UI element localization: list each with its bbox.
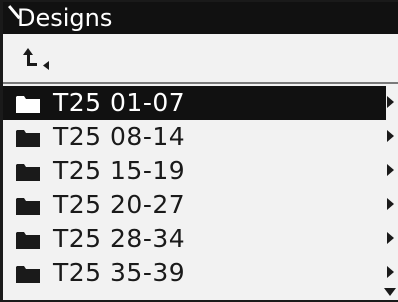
open-folder-arrow-icon[interactable] <box>387 164 394 176</box>
up-folder-arrow-icon[interactable] <box>23 48 51 74</box>
title-bar: Designs <box>3 2 398 34</box>
folder-label: T25 15-19 <box>53 156 186 185</box>
path-separator-icon <box>7 7 17 29</box>
designs-screen: Designs T25 01-07 T25 08-14 T25 15-19 T25 2… <box>0 0 398 302</box>
folder-label: T25 01-07 <box>53 88 186 117</box>
folder-item[interactable]: T25 28-34 <box>3 222 386 256</box>
open-folder-arrow-icon[interactable] <box>387 266 394 278</box>
folder-label: T25 35-39 <box>53 258 186 287</box>
folder-icon <box>16 96 40 113</box>
folder-icon <box>16 266 40 283</box>
folder-item[interactable]: T25 08-14 <box>3 120 386 154</box>
open-folder-arrow-icon[interactable] <box>387 232 394 244</box>
page-title: Designs <box>17 4 113 32</box>
scroll-down-icon[interactable] <box>384 288 396 297</box>
open-folder-arrow-icon[interactable] <box>387 198 394 210</box>
folder-list: T25 01-07 T25 08-14 T25 15-19 T25 20-27 T25 … <box>3 86 386 290</box>
folder-icon <box>16 232 40 249</box>
folder-label: T25 20-27 <box>53 190 186 219</box>
folder-icon <box>16 198 40 215</box>
open-folder-arrow-icon[interactable] <box>387 130 394 142</box>
navigation-row <box>3 38 398 78</box>
folder-label: T25 08-14 <box>53 122 186 151</box>
folder-item[interactable]: T25 15-19 <box>3 154 386 188</box>
scrollbar[interactable] <box>386 86 398 300</box>
folder-item[interactable]: T25 35-39 <box>3 256 386 290</box>
folder-item[interactable]: T25 01-07 <box>3 86 386 120</box>
folder-item[interactable]: T25 20-27 <box>3 188 386 222</box>
folder-icon <box>16 130 40 147</box>
folder-icon <box>16 164 40 181</box>
open-folder-arrow-icon[interactable] <box>387 96 394 108</box>
divider <box>3 82 398 84</box>
folder-label: T25 28-34 <box>53 224 186 253</box>
